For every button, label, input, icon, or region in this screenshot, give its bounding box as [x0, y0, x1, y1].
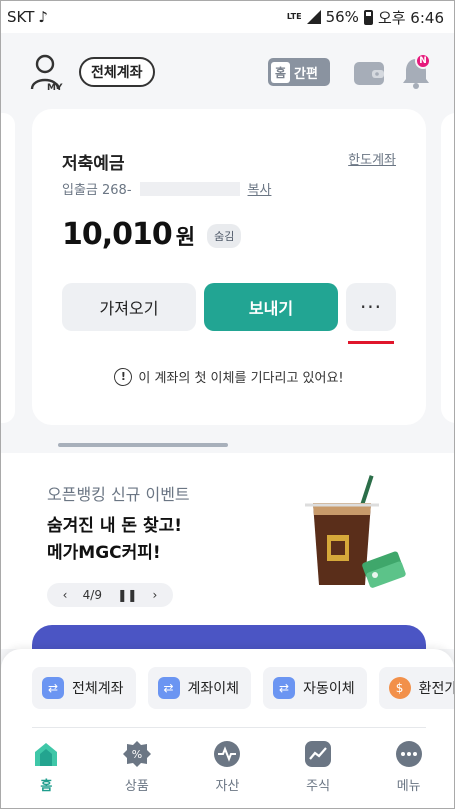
- next-card-peek[interactable]: [441, 113, 454, 423]
- copy-account-link[interactable]: 복사: [248, 179, 272, 198]
- event-pager: ‹ 4/9 ❚❚ ›: [47, 583, 173, 607]
- signal-icon: [306, 10, 321, 24]
- tab-menu[interactable]: 메뉴: [363, 739, 454, 794]
- notification-badge: N: [415, 53, 431, 69]
- quick-account-transfer[interactable]: ⇄ 계좌이체: [147, 667, 252, 709]
- asset-pulse-icon: [214, 741, 241, 767]
- account-number: 입출금 268-: [62, 183, 132, 198]
- event-banner[interactable]: 오픈뱅킹 신규 이벤트 숨겨진 내 돈 찾고! 메가MGC커피! ‹ 4/9 ❚…: [1, 453, 454, 685]
- transfer-arrows-icon: ⇄: [42, 677, 64, 699]
- chevron-left-icon[interactable]: ‹: [63, 588, 68, 602]
- stock-chart-icon: [305, 741, 332, 767]
- quick-auto-transfer[interactable]: ⇄ 자동이체: [263, 667, 367, 709]
- get-money-button[interactable]: 가져오기: [62, 283, 196, 331]
- tab-home[interactable]: 홈: [1, 739, 92, 794]
- hide-balance-chip[interactable]: 숨김: [207, 224, 242, 248]
- tab-products[interactable]: % 상품: [92, 739, 183, 794]
- mode-simple-label: 간편: [294, 66, 318, 82]
- menu-dots-icon: [395, 741, 422, 767]
- network-label: LTE: [286, 12, 302, 21]
- transfer-arrows-icon: ⇄: [273, 677, 296, 699]
- quick-label: 계좌이체: [187, 681, 240, 697]
- tab-label: 홈: [40, 779, 53, 794]
- product-badge-icon: %: [122, 741, 151, 767]
- tab-label: 자산: [215, 779, 240, 794]
- account-number-mask: [139, 181, 240, 196]
- status-bar: SKT ♪ LTE 56% 오후 6:46: [1, 1, 454, 33]
- event-page-count: 4/9: [82, 588, 102, 602]
- top-header: MY 전체계좌 홈 간편 N: [1, 33, 454, 105]
- balance: 10,010 원 숨김: [62, 217, 242, 252]
- balance-unit: 원: [175, 225, 196, 249]
- coffee-cup-image: [305, 475, 406, 588]
- highlight-underline: [348, 341, 394, 344]
- bottom-tab-bar: 홈 % 상품 자산 주식 메뉴: [1, 739, 454, 794]
- quick-all-accounts[interactable]: ⇄ 전체계좌: [32, 667, 136, 709]
- balance-amount: 10,010: [62, 217, 173, 252]
- battery-percent: 56%: [325, 8, 359, 26]
- music-note-icon: ♪: [38, 8, 48, 26]
- quick-exchange[interactable]: $ 환전가: [378, 667, 455, 709]
- battery-icon: [363, 9, 373, 25]
- pause-icon[interactable]: ❚❚: [117, 588, 137, 602]
- dollar-coin-icon: $: [388, 677, 411, 699]
- transfer-arrows-icon: ⇄: [157, 677, 180, 699]
- send-money-button[interactable]: 보내기: [204, 283, 338, 331]
- account-number-line: 입출금 268- 복사: [62, 179, 271, 198]
- carrier-label: SKT: [7, 8, 35, 26]
- quick-label: 환전가: [418, 681, 455, 697]
- tab-assets[interactable]: 자산: [182, 739, 273, 794]
- card-pager-indicator: [58, 443, 228, 447]
- first-transfer-notice: ! 이 계좌의 첫 이체를 기다리고 있어요!: [32, 367, 426, 386]
- clock: 오후 6:46: [377, 8, 444, 27]
- notice-text: 이 계좌의 첫 이체를 기다리고 있어요!: [138, 371, 344, 386]
- app-screen: SKT ♪ LTE 56% 오후 6:46 MY 전체계좌 홈 간편 N 저축예…: [0, 0, 455, 809]
- quick-label: 자동이체: [303, 681, 355, 697]
- tab-label: 주식: [306, 779, 331, 794]
- tab-stocks[interactable]: 주식: [273, 739, 364, 794]
- tab-label: 메뉴: [396, 779, 421, 794]
- event-title: 숨겨진 내 돈 찾고! 메가MGC커피!: [47, 513, 182, 567]
- event-subtitle: 오픈뱅킹 신규 이벤트: [47, 485, 190, 504]
- more-options-button[interactable]: ···: [346, 283, 396, 331]
- account-name: 저축예금: [62, 154, 125, 174]
- sheet-divider: [32, 727, 426, 728]
- quick-label: 전체계좌: [72, 681, 124, 697]
- home-icon: [35, 743, 58, 766]
- wallet-icon[interactable]: [353, 59, 385, 87]
- quick-actions: ⇄ 전체계좌 ⇄ 계좌이체 ⇄ 자동이체 $ 환전가: [32, 667, 455, 709]
- chevron-right-icon[interactable]: ›: [153, 588, 158, 602]
- my-profile-icon[interactable]: MY: [29, 53, 69, 93]
- account-card: 저축예금 한도계좌 입출금 268- 복사 10,010 원 숨김 가져오기 보…: [32, 109, 426, 425]
- svg-text:%: %: [132, 748, 142, 761]
- mode-home-label: 홈: [271, 61, 291, 83]
- prev-card-peek[interactable]: [1, 113, 15, 423]
- event-title-line1: 숨겨진 내 돈 찾고!: [47, 516, 182, 536]
- limit-account-link[interactable]: 한도계좌: [348, 149, 396, 168]
- tab-label: 상품: [124, 779, 149, 794]
- event-title-line2: 메가MGC커피!: [47, 543, 161, 563]
- my-label: MY: [47, 83, 63, 93]
- mode-toggle[interactable]: 홈 간편: [268, 58, 330, 86]
- bottom-sheet: ⇄ 전체계좌 ⇄ 계좌이체 ⇄ 자동이체 $ 환전가 홈 % 상품 자산 주식 …: [1, 649, 455, 808]
- info-icon: !: [114, 367, 133, 386]
- all-accounts-button[interactable]: 전체계좌: [79, 57, 155, 87]
